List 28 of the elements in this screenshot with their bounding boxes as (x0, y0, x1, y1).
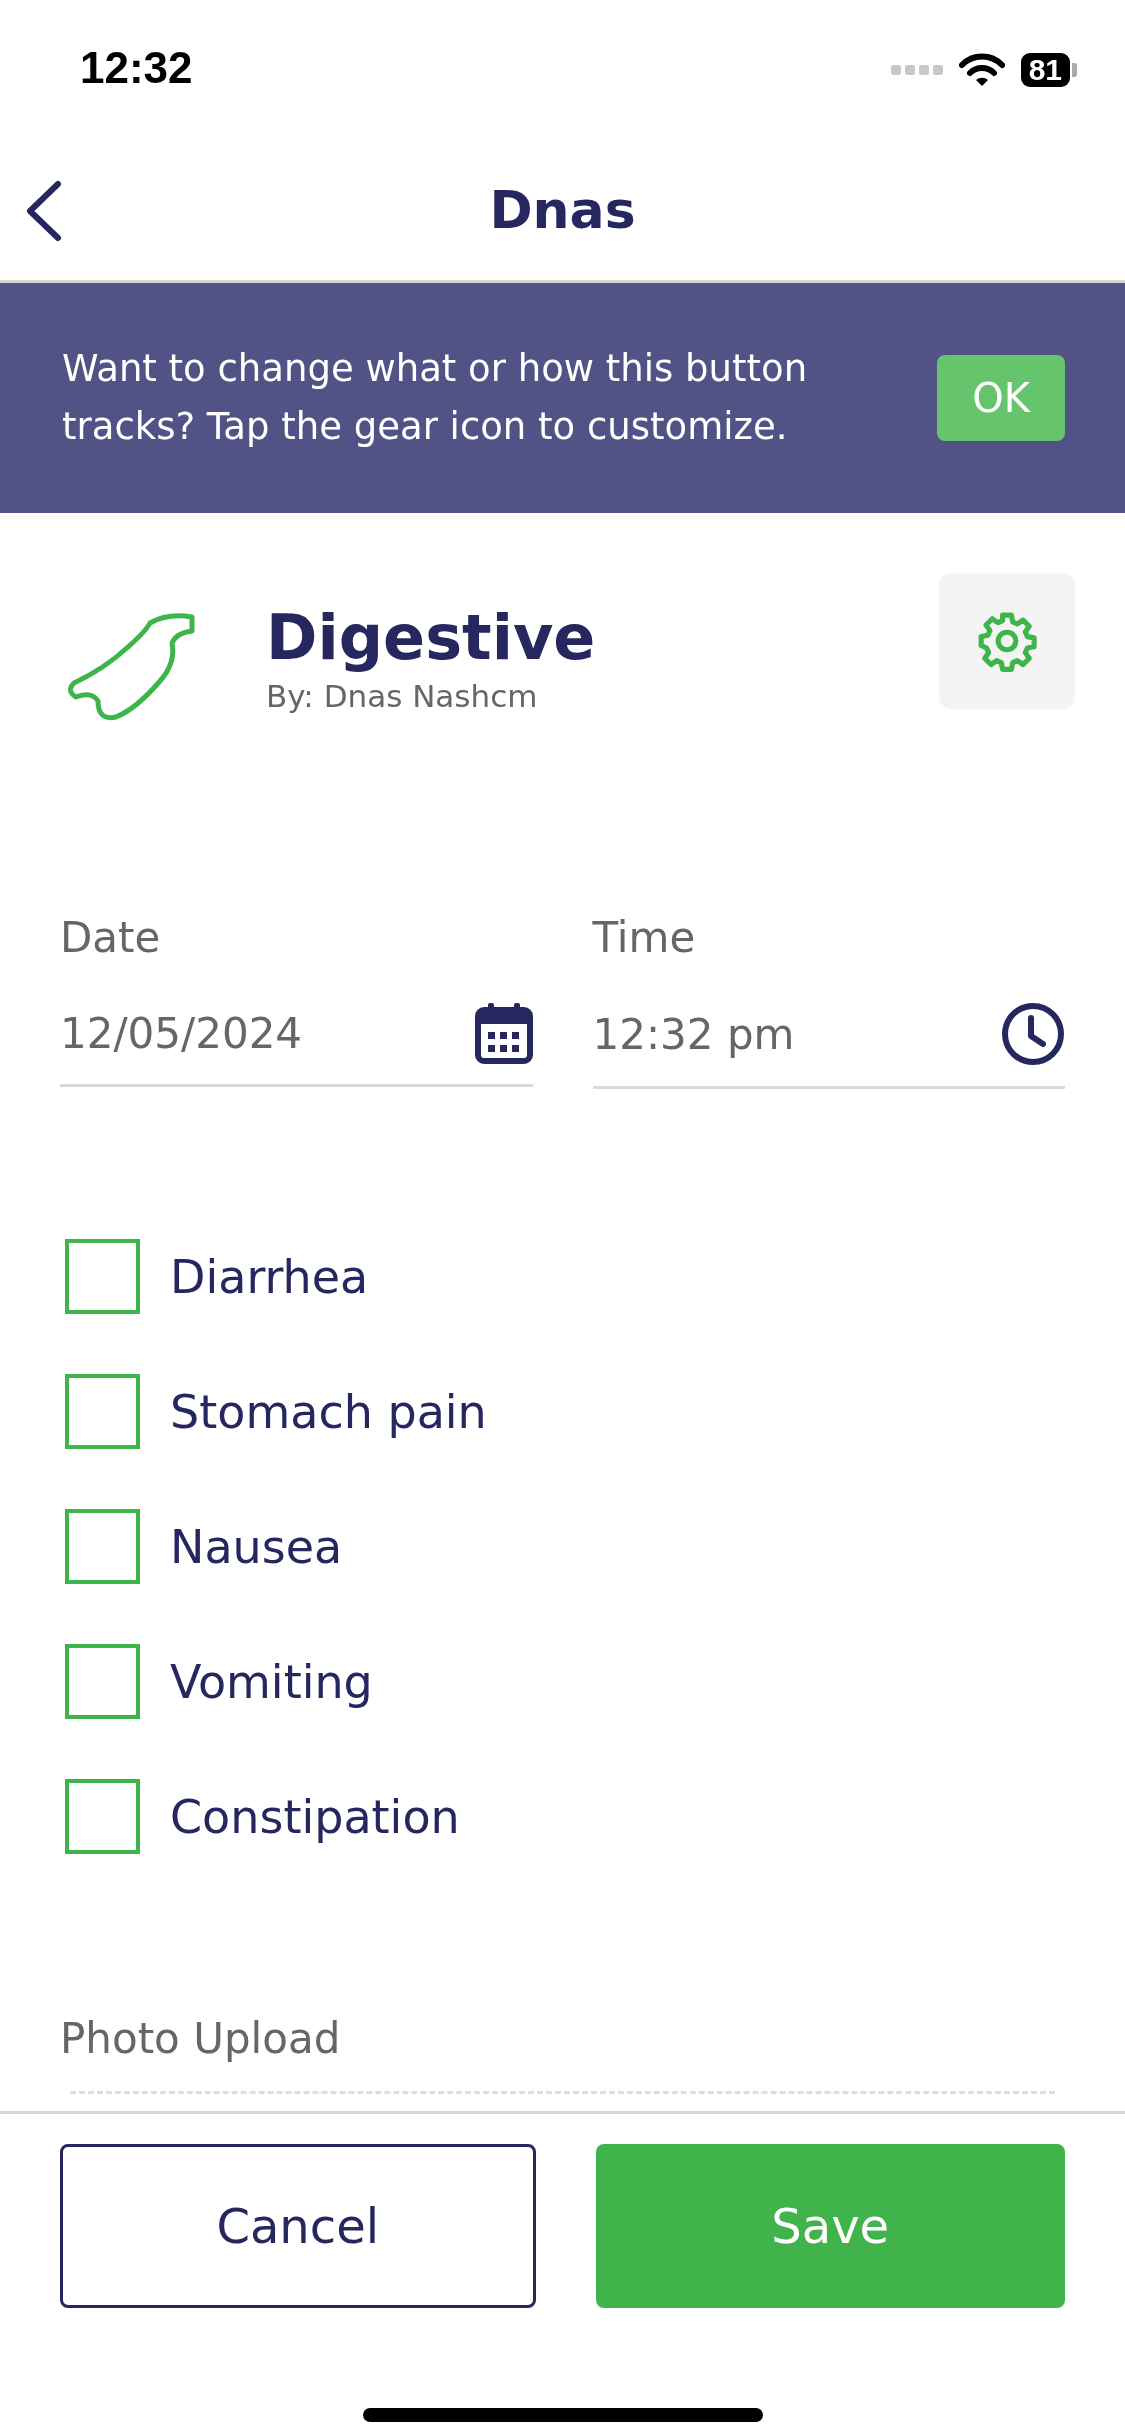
checkbox-label[interactable]: Diarrhea (170, 1249, 369, 1304)
checkbox-label[interactable]: Stomach pain (170, 1384, 487, 1439)
checkbox-label[interactable]: Vomiting (170, 1654, 373, 1709)
calendar-icon (474, 1002, 533, 1064)
checkbox[interactable] (65, 1374, 140, 1449)
date-field[interactable]: 12/05/2024 (60, 962, 533, 1087)
status-time: 12:32 (80, 43, 193, 93)
checkbox-label[interactable]: Nausea (170, 1519, 343, 1574)
checkbox[interactable] (65, 1779, 140, 1854)
checkbox[interactable] (65, 1509, 140, 1584)
signal-icon (890, 63, 943, 77)
time-label: Time (592, 913, 697, 962)
cancel-button[interactable]: Cancel (60, 2144, 536, 2308)
settings-button[interactable] (939, 573, 1075, 709)
photo-upload-label: Photo Upload (60, 2014, 342, 2063)
wifi-icon (958, 53, 1005, 87)
tip-message: Want to change what or how this button tracks? Tap the gear icon to customize. (62, 346, 809, 450)
back-icon[interactable] (24, 180, 64, 242)
date-label: Date (60, 913, 162, 962)
clock-icon (1001, 1002, 1065, 1066)
tracker-author: By: Dnas Nashcm (266, 678, 539, 714)
tracker-title: Digestive (266, 601, 597, 674)
settings-icon (976, 610, 1038, 672)
checkbox-label[interactable]: Constipation (170, 1789, 460, 1844)
checkbox[interactable] (65, 1644, 140, 1719)
checkbox[interactable] (65, 1239, 140, 1314)
time-field[interactable]: 12:32 pm (592, 962, 1065, 1089)
screen-title: Dnas (489, 180, 636, 240)
